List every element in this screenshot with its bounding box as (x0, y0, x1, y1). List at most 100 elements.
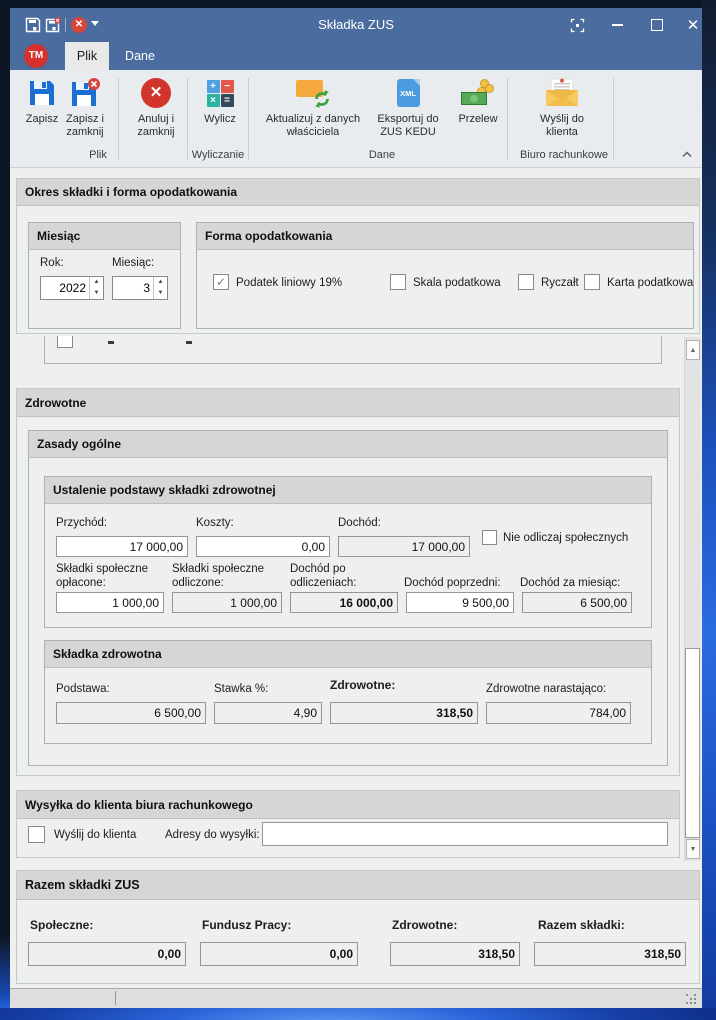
calc-equals-tile: = (221, 94, 234, 107)
razem-zdrowotne-field[interactable] (390, 942, 520, 966)
fullscreen-button[interactable] (562, 8, 592, 42)
group-ustalenie-header: Ustalenie podstawy składki zdrowotnej (45, 477, 651, 504)
ribbon-separator (613, 78, 614, 160)
koszty-field[interactable] (196, 536, 330, 557)
status-bar (10, 988, 702, 1008)
zapisz-label: Zapisz (26, 113, 58, 126)
stawka-field[interactable] (214, 702, 322, 724)
maximize-button[interactable] (642, 8, 672, 42)
przychod-field[interactable] (56, 536, 188, 557)
miesiac-input[interactable] (113, 277, 153, 299)
tab-plik[interactable]: Plik (65, 42, 109, 70)
miesiac-label: Miesiąc: (112, 256, 154, 270)
spol-oplacone-field[interactable] (56, 592, 164, 613)
fullscreen-icon (570, 18, 585, 33)
adresy-input[interactable] (262, 822, 668, 846)
clipped-text-fragment (108, 341, 114, 344)
fundusz-pracy-field[interactable] (200, 942, 358, 966)
spoleczne-field[interactable] (28, 942, 186, 966)
razem-skladki-field[interactable] (534, 942, 686, 966)
titlebar: ✕ Składka ZUS ✕ (10, 8, 702, 42)
save-icon (27, 75, 57, 111)
rok-input[interactable] (41, 277, 89, 299)
checkbox-wyslij-do-klienta[interactable]: ✓ (28, 826, 45, 843)
rok-label: Rok: (40, 256, 64, 270)
aktualizuj-button[interactable]: Aktualizuj z danych właściciela (255, 75, 371, 139)
przelew-label: Przelew (458, 113, 497, 126)
tab-dane[interactable]: Dane (113, 42, 167, 70)
ribbon-collapse-button[interactable] (678, 146, 696, 162)
wyslij-do-klienta-label: Wyślij do klienta (54, 828, 136, 842)
app-window: ✕ Składka ZUS ✕ TM Plik Dane (10, 8, 702, 1008)
fundusz-pracy-label: Fundusz Pracy: (202, 918, 291, 932)
close-button[interactable]: ✕ (678, 8, 708, 42)
wylicz-button[interactable]: + − × = Wylicz (195, 75, 245, 126)
desktop-wallpaper-corner (0, 935, 10, 1008)
dochod-field[interactable] (338, 536, 470, 557)
ribbon: Zapisz Zapisz i zamknij ✕ Anuluj i zamkn… (10, 70, 702, 168)
dochod-po-field[interactable] (290, 592, 398, 613)
section-zdrowotne-header: Zdrowotne (17, 389, 679, 417)
wyslij-label: Wyślij do klienta (527, 113, 597, 139)
rok-stepper[interactable]: ▲▼ (40, 276, 104, 300)
ribbon-separator (507, 78, 508, 160)
scrollbar-down-button[interactable]: ▼ (686, 839, 700, 859)
narastajaco-field[interactable] (486, 702, 631, 724)
eksportuj-button[interactable]: XML Eksportuj do ZUS KEDU (366, 75, 450, 139)
save-close-icon (45, 17, 61, 33)
checkbox-ryczalt[interactable]: ✓ (518, 274, 534, 290)
group-zasady-header: Zasady ogólne (29, 431, 667, 458)
scrollbar-up-button[interactable]: ▲ (686, 340, 700, 360)
spin-up-icon[interactable]: ▲ (154, 277, 167, 288)
miesiac-stepper[interactable]: ▲▼ (112, 276, 168, 300)
checkbox-karta-podatkowa[interactable]: ✓ (584, 274, 600, 290)
spol-odliczone-field[interactable] (172, 592, 282, 613)
clipped-group (44, 336, 662, 364)
qat-save-button[interactable] (24, 16, 41, 34)
xml-file-icon: XML (397, 75, 420, 111)
clipped-checkbox[interactable] (57, 336, 73, 348)
spin-down-icon[interactable]: ▼ (154, 288, 167, 299)
podstawa-field[interactable] (56, 702, 206, 724)
minimize-icon (612, 24, 623, 26)
chevron-up-icon (682, 151, 692, 158)
skala-podatkowa-label: Skala podatkowa (413, 276, 501, 290)
spoleczne-label: Społeczne: (30, 918, 93, 932)
qat-dropdown-caret-icon[interactable] (91, 21, 99, 26)
ribbon-separator (187, 78, 188, 160)
close-icon: ✕ (687, 16, 700, 34)
zapisz-i-zamknij-label: Zapisz i zamknij (55, 113, 115, 139)
dochod-za-miesiac-field[interactable] (522, 592, 632, 613)
clipped-text-fragment (186, 341, 192, 344)
ribbon-separator (248, 78, 249, 160)
eksportuj-label: Eksportuj do ZUS KEDU (366, 113, 450, 139)
refresh-icon (294, 75, 332, 111)
desktop-wallpaper-right (702, 0, 716, 1020)
group-forma-header: Forma opodatkowania (197, 223, 693, 250)
razem-zdrowotne-label: Zdrowotne: (392, 918, 457, 932)
przelew-button[interactable]: Przelew (448, 75, 508, 126)
checkbox-nie-odliczaj[interactable]: ✓ (482, 530, 497, 545)
spin-up-icon[interactable]: ▲ (90, 277, 103, 288)
spin-down-icon[interactable]: ▼ (90, 288, 103, 299)
checkbox-podatek-liniowy[interactable]: ✓ (213, 274, 229, 290)
dochod-poprzedni-field[interactable] (406, 592, 514, 613)
scrollbar-thumb[interactable] (685, 648, 700, 838)
wyslij-do-klienta-button[interactable]: Wyślij do klienta (527, 75, 597, 139)
qat-save-close-button[interactable] (44, 16, 61, 34)
qat-cancel-button[interactable]: ✕ (71, 17, 87, 33)
przychod-label: Przychód: (56, 516, 107, 530)
ribbon-group-wyliczanie: Wyliczanie (178, 149, 258, 161)
minimize-button[interactable] (602, 8, 632, 42)
adresy-label: Adresy do wysyłki: (165, 828, 260, 842)
envelope-icon (544, 75, 580, 111)
window-title: Składka ZUS (256, 8, 456, 42)
ribbon-separator (118, 78, 119, 160)
checkbox-skala-podatkowa[interactable]: ✓ (390, 274, 406, 290)
section-razem-header: Razem składki ZUS (17, 871, 699, 900)
anuluj-i-zamknij-button[interactable]: ✕ Anuluj i zamknij (127, 75, 185, 139)
zapisz-i-zamknij-button[interactable]: Zapisz i zamknij (55, 75, 115, 139)
resize-grip[interactable] (686, 994, 698, 1006)
zdrowotne-field[interactable] (330, 702, 478, 724)
group-miesiac-header: Miesiąc (29, 223, 180, 250)
